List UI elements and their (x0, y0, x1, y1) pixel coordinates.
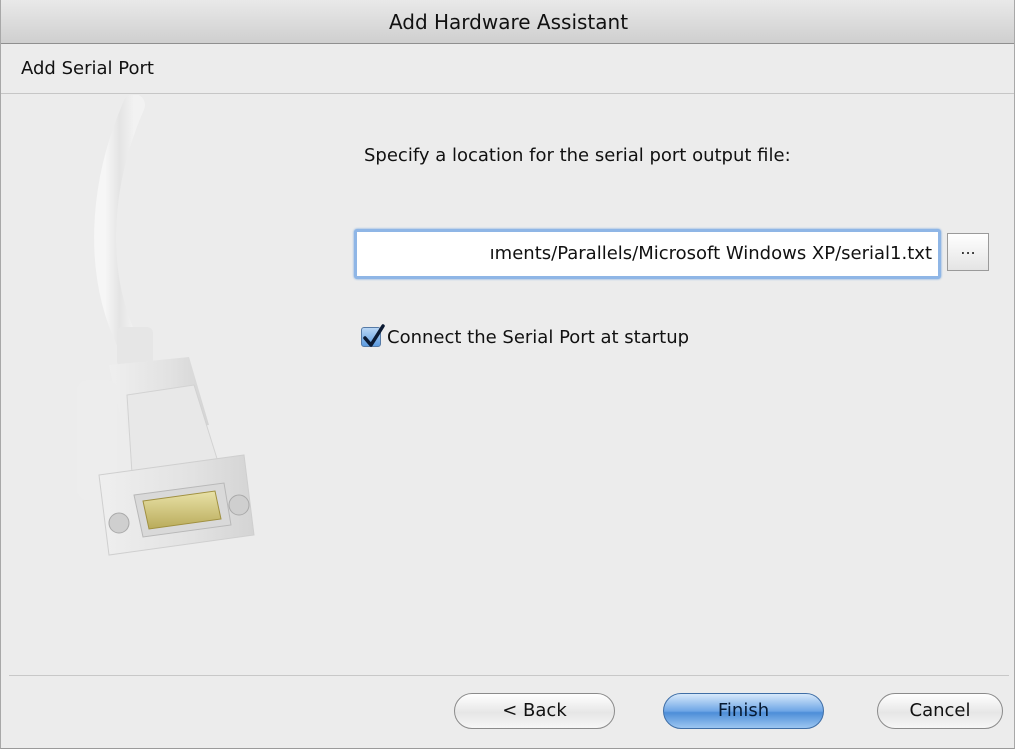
connect-at-startup-label: Connect the Serial Port at startup (387, 326, 690, 348)
instruction-text: Specify a location for the serial port o… (364, 145, 791, 166)
add-hardware-window: Add Hardware Assistant Add Serial Port S… (0, 0, 1015, 749)
browse-button[interactable]: ... (947, 233, 989, 271)
output-file-path-input[interactable]: ıments/Parallels/Microsoft Windows XP/se… (354, 229, 941, 279)
finish-button[interactable]: Finish (663, 693, 824, 729)
window-title: Add Hardware Assistant (1, 0, 1014, 44)
connect-at-startup-checkbox[interactable] (361, 324, 385, 347)
serial-cable-icon (39, 94, 299, 595)
checkmark-icon (363, 324, 385, 347)
connect-at-startup-option[interactable]: Connect the Serial Port at startup (361, 323, 689, 351)
page-heading: Add Serial Port (1, 44, 1014, 94)
cancel-button[interactable]: Cancel (877, 693, 1003, 729)
back-button[interactable]: < Back (454, 693, 615, 729)
footer-divider (9, 675, 1009, 676)
output-file-path-value: ıments/Parallels/Microsoft Windows XP/se… (489, 243, 932, 264)
content-area: Specify a location for the serial port o… (9, 94, 1009, 675)
